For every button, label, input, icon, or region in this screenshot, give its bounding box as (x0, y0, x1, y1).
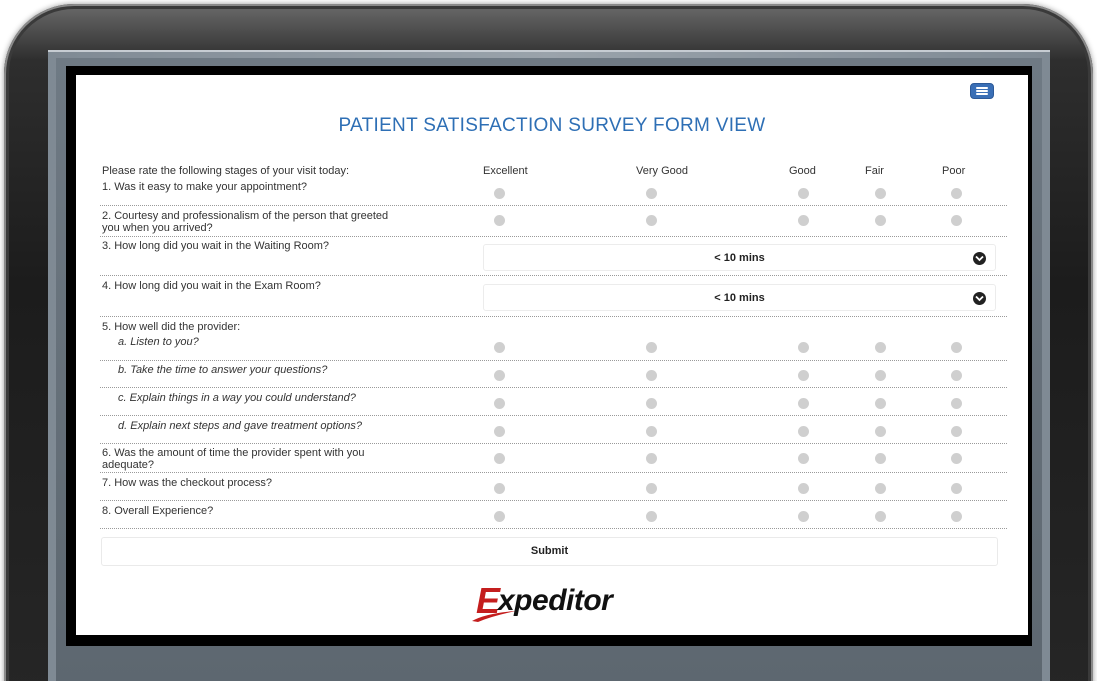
waiting-room-select[interactable]: < 10 mins (483, 244, 996, 271)
q5b-radio-poor[interactable] (951, 370, 962, 381)
q6-radio-excellent[interactable] (494, 453, 505, 464)
q2-radio-fair[interactable] (875, 215, 886, 226)
q1-radio-excellent[interactable] (494, 188, 505, 199)
question-5: 5. How well did the provider: (102, 321, 241, 333)
q8-radio-excellent[interactable] (494, 511, 505, 522)
q6-radio-fair[interactable] (875, 453, 886, 464)
q5a-radio-excellent[interactable] (494, 342, 505, 353)
row-divider (100, 415, 1007, 416)
q6-radio-very-good[interactable] (646, 453, 657, 464)
q2-radio-very-good[interactable] (646, 215, 657, 226)
q8-radio-good[interactable] (798, 511, 809, 522)
column-fair: Fair (865, 165, 884, 177)
chevron-down-circle-icon (973, 252, 986, 265)
submit-button[interactable]: Submit (101, 537, 998, 566)
question-4: 4. How long did you wait in the Exam Roo… (102, 280, 321, 292)
q5d-radio-excellent[interactable] (494, 426, 505, 437)
row-divider (100, 205, 1007, 206)
q6-radio-good[interactable] (798, 453, 809, 464)
row-divider (100, 528, 1007, 529)
exam-room-select[interactable]: < 10 mins (483, 284, 996, 311)
q5c-radio-fair[interactable] (875, 398, 886, 409)
q5d-radio-very-good[interactable] (646, 426, 657, 437)
q5b-radio-good[interactable] (798, 370, 809, 381)
question-5d: d. Explain next steps and gave treatment… (118, 420, 362, 432)
logo-letter: E (476, 580, 501, 621)
logo-text: xpeditor (498, 584, 613, 617)
survey-screen: PATIENT SATISFACTION SURVEY FORM VIEW Pl… (76, 75, 1028, 635)
chevron-down-circle-icon (973, 292, 986, 305)
q2-radio-good[interactable] (798, 215, 809, 226)
q1-radio-good[interactable] (798, 188, 809, 199)
row-divider (100, 360, 1007, 361)
row-divider (100, 236, 1007, 237)
column-good: Good (789, 165, 816, 177)
q8-radio-very-good[interactable] (646, 511, 657, 522)
q5a-radio-very-good[interactable] (646, 342, 657, 353)
q5d-radio-fair[interactable] (875, 426, 886, 437)
question-3: 3. How long did you wait in the Waiting … (102, 240, 330, 252)
q8-radio-fair[interactable] (875, 511, 886, 522)
q5d-radio-poor[interactable] (951, 426, 962, 437)
q5c-radio-very-good[interactable] (646, 398, 657, 409)
q1-radio-fair[interactable] (875, 188, 886, 199)
question-7: 7. How was the checkout process? (102, 477, 272, 489)
q2-radio-poor[interactable] (951, 215, 962, 226)
waiting-room-value: < 10 mins (714, 252, 765, 264)
row-divider (100, 316, 1007, 317)
question-1: 1. Was it easy to make your appointment? (102, 181, 308, 193)
q6-radio-poor[interactable] (951, 453, 962, 464)
row-divider (100, 500, 1007, 501)
q5d-radio-good[interactable] (798, 426, 809, 437)
column-excellent: Excellent (483, 165, 528, 177)
q5b-radio-fair[interactable] (875, 370, 886, 381)
row-divider (100, 443, 1007, 444)
q1-radio-very-good[interactable] (646, 188, 657, 199)
question-2-line-2: you when you arrived? (102, 222, 213, 234)
question-2-line-1: 2. Courtesy and professionalism of the p… (102, 210, 389, 222)
row-divider (100, 472, 1007, 473)
q7-radio-fair[interactable] (875, 483, 886, 494)
row-divider (100, 275, 1007, 276)
question-5c: c. Explain things in a way you could und… (118, 392, 356, 404)
q7-radio-very-good[interactable] (646, 483, 657, 494)
exam-room-value: < 10 mins (714, 292, 765, 304)
hamburger-menu-icon[interactable] (970, 83, 994, 99)
q7-radio-poor[interactable] (951, 483, 962, 494)
q2-radio-excellent[interactable] (494, 215, 505, 226)
q5a-radio-good[interactable] (798, 342, 809, 353)
column-very-good: Very Good (636, 165, 688, 177)
page-title: PATIENT SATISFACTION SURVEY FORM VIEW (338, 115, 766, 136)
q5c-radio-excellent[interactable] (494, 398, 505, 409)
q5a-radio-fair[interactable] (875, 342, 886, 353)
q5c-radio-good[interactable] (798, 398, 809, 409)
q5b-radio-very-good[interactable] (646, 370, 657, 381)
q8-radio-poor[interactable] (951, 511, 962, 522)
column-poor: Poor (942, 165, 966, 177)
tablet-frame: PATIENT SATISFACTION SURVEY FORM VIEW Pl… (0, 0, 1097, 681)
question-6-line-2: adequate? (102, 459, 154, 471)
question-8: 8. Overall Experience? (102, 505, 214, 517)
question-6-line-1: 6. Was the amount of time the provider s… (102, 447, 365, 459)
row-divider (100, 387, 1007, 388)
question-5a: a. Listen to you? (118, 336, 199, 348)
q7-radio-good[interactable] (798, 483, 809, 494)
q7-radio-excellent[interactable] (494, 483, 505, 494)
expeditor-logo: E xpeditor (472, 580, 632, 623)
q5b-radio-excellent[interactable] (494, 370, 505, 381)
q5a-radio-poor[interactable] (951, 342, 962, 353)
survey-intro: Please rate the following stages of your… (102, 165, 350, 177)
q5c-radio-poor[interactable] (951, 398, 962, 409)
q1-radio-poor[interactable] (951, 188, 962, 199)
question-5b: b. Take the time to answer your question… (118, 364, 328, 376)
